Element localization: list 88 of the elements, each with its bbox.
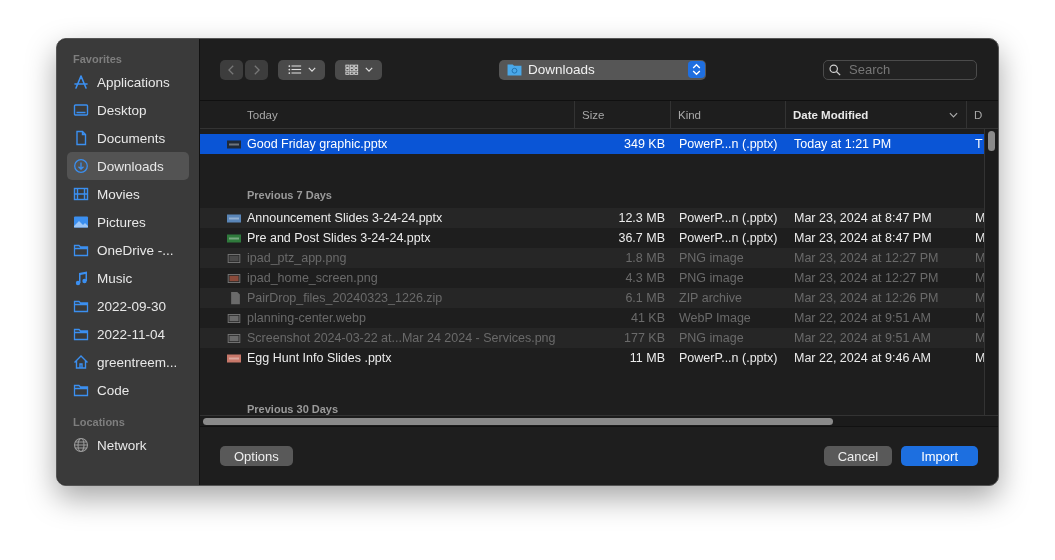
file-name: ipad_ptz_app.png [247,251,347,265]
chevron-down-icon [364,67,373,72]
sidebar-item[interactable]: OneDrive -... [67,236,189,264]
date-modified: Mar 23, 2024 at 12:26 PM [794,291,939,305]
date-modified: Mar 23, 2024 at 8:47 PM [794,231,932,245]
sidebar-item[interactable]: greentreem... [67,348,189,376]
chevron-left-icon [227,63,236,76]
grid-view-button[interactable] [335,59,382,80]
file-kind: WebP Image [679,311,751,325]
date-modified: Mar 22, 2024 at 9:51 AM [794,331,931,345]
search-icon [829,63,841,76]
column-header[interactable]: Today [200,101,575,128]
table-cell: M [975,211,984,225]
group-heading: Previous 30 Days [247,403,339,415]
list-view-button[interactable] [278,59,325,80]
sidebar-section-title: Favorites [72,53,122,65]
file-kind: PNG image [679,271,744,285]
chevron-down-icon [307,67,316,72]
cancel-button[interactable]: Cancel [823,446,893,466]
date-modified: Mar 23, 2024 at 8:47 PM [794,211,932,225]
import-button[interactable]: Import [901,446,978,466]
file-name: Pre and Post Slides 3-24-24.pptx [247,231,431,245]
column-header[interactable]: Size [575,101,671,128]
sidebar-item[interactable]: Music [67,264,189,292]
sidebar-section-title: Locations [72,416,125,428]
sidebar-item[interactable]: Documents [67,124,189,152]
group-heading: Previous 7 Days [247,189,332,201]
file-size: 11 MB [629,351,665,365]
date-modified: Today at 1:21 PM [794,137,892,151]
file-name: Egg Hunt Info Slides .pptx [247,351,392,365]
file-name: Good Friday graphic.pptx [247,137,388,151]
sort-chevron-icon [949,111,958,118]
table-cell: M [975,351,984,365]
chevron-right-icon [252,63,261,76]
table-cell: M [975,231,984,245]
horizontal-scrollbar[interactable] [200,415,998,426]
sidebar-item[interactable]: Pictures [67,208,189,236]
file-row[interactable]: Announcement Slides 3-24-24.pptx 12.3 MB PowerP...n (.pptx) Mar 23, 2024 at 8:47 PM M [200,208,984,228]
file-size: 1.8 MB [625,251,665,265]
table-cell: T [975,137,983,151]
date-modified: Mar 22, 2024 at 9:46 AM [794,351,931,365]
table-cell: M [975,251,984,265]
date-modified: Mar 23, 2024 at 12:27 PM [794,251,939,265]
file-size: 41 KB [630,311,665,325]
file-size: 6.1 MB [625,291,665,305]
file-name: PairDrop_files_20240323_1226.zip [247,291,443,305]
file-size: 36.7 MB [618,231,665,245]
table-cell: M [975,311,984,325]
file-kind: PowerP...n (.pptx) [679,137,778,151]
file-row[interactable]: Good Friday graphic.pptx 349 KB PowerP...n (.pptx) Today at 1:21 PM T [200,134,984,154]
grid-icon [344,64,359,75]
stepper-icon [688,61,705,78]
list-icon [287,64,302,75]
file-kind: PowerP...n (.pptx) [679,231,778,245]
file-kind: PNG image [679,251,744,265]
column-header[interactable]: D [967,101,998,128]
file-size: 349 KB [624,137,665,151]
table-cell: M [975,331,984,345]
sidebar-item[interactable]: Desktop [67,96,189,124]
sidebar-item[interactable]: Network [67,431,189,459]
file-kind: PowerP...n (.pptx) [679,351,778,365]
table-cell: M [975,291,984,305]
folder-icon [507,63,522,76]
sidebar-item[interactable]: 2022-09-30 [67,292,189,320]
file-kind: PNG image [679,331,744,345]
file-name: Screenshot 2024-03-22 at...Mar 24 2024 - Services.png [247,331,556,345]
column-header[interactable]: Date Modified [786,101,967,128]
vertical-scrollbar[interactable] [984,129,998,415]
search-field[interactable]: Search [823,59,977,80]
file-size: 177 KB [624,331,665,345]
column-header[interactable]: Kind [671,101,786,128]
location-popup[interactable]: Downloads [499,59,706,80]
sidebar-item[interactable]: Applications [67,68,189,96]
sidebar-item[interactable]: Code [67,376,189,404]
date-modified: Mar 23, 2024 at 12:27 PM [794,271,939,285]
file-size: 4.3 MB [625,271,665,285]
table-cell: M [975,271,984,285]
file-name: Announcement Slides 3-24-24.pptx [247,211,443,225]
file-name: ipad_home_screen.png [247,271,378,285]
sidebar-item[interactable]: 2022-11-04 [67,320,189,348]
file-name: planning-center.webp [247,311,366,325]
file-kind: ZIP archive [679,291,742,305]
options-button[interactable]: Options [220,446,293,466]
file-size: 12.3 MB [618,211,665,225]
date-modified: Mar 22, 2024 at 9:51 AM [794,311,931,325]
file-kind: PowerP...n (.pptx) [679,211,778,225]
sidebar-item[interactable]: Movies [67,180,189,208]
sidebar-item[interactable]: Downloads [67,152,189,180]
